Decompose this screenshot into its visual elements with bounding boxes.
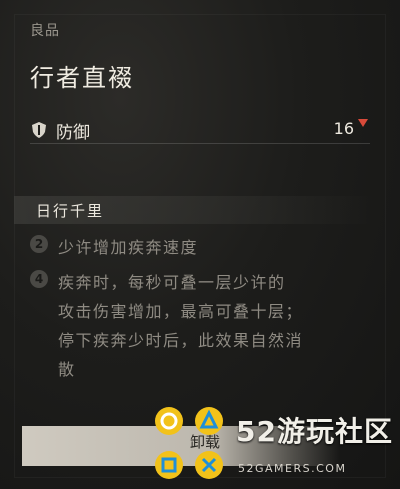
effect-description: 少许增加疾奔速度 (58, 238, 199, 257)
circle-button-icon (155, 407, 183, 435)
down-arrow-icon (358, 119, 368, 127)
set-effect-item: 2 少许增加疾奔速度 (30, 233, 370, 265)
watermark-brand: 52游玩社区 (236, 415, 393, 448)
item-quality: 良品 (30, 23, 60, 39)
watermark-url: 52GAMERS.COM (238, 462, 347, 475)
set-effect-header: 日行千里 (14, 196, 374, 224)
triangle-button-icon (195, 407, 223, 435)
stat-row-defense: 防御 16 (30, 116, 370, 144)
stat-value: 16 (333, 119, 354, 138)
item-name: 行者直裰 (30, 64, 134, 92)
piece-count-badge: 4 (30, 270, 48, 288)
divider (30, 143, 370, 144)
set-effect-item: 4 疾奔时，每秒可叠一层少许的 攻击伤害增加，最高可叠十层； 停下疾奔少时后，此… (30, 268, 370, 388)
square-button-icon (155, 451, 183, 479)
shield-icon (32, 122, 46, 138)
effect-description: 疾奔时，每秒可叠一层少许的 攻击伤害增加，最高可叠十层； 停下疾奔少时后，此效果… (58, 273, 304, 379)
piece-count-badge: 2 (30, 235, 48, 253)
cross-button-icon (195, 451, 223, 479)
stat-label: 防御 (56, 123, 90, 143)
set-effect-title: 日行千里 (36, 202, 105, 220)
